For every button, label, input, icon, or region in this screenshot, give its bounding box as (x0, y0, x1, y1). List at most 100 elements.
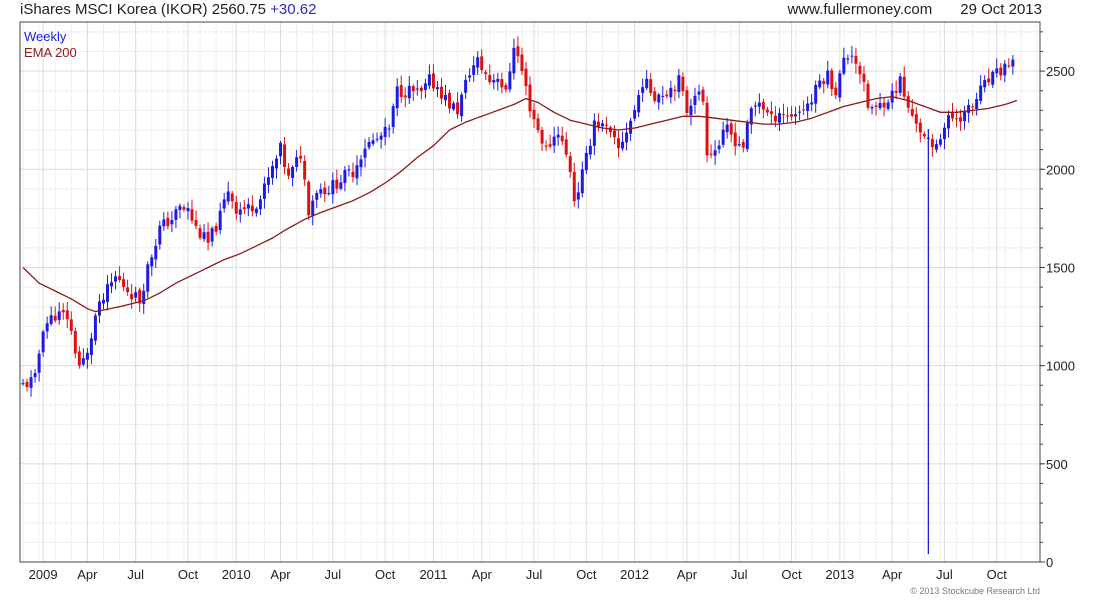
candle-up (979, 85, 983, 102)
candle-up (798, 111, 802, 113)
candle-up (174, 209, 178, 220)
candle-up (444, 94, 447, 101)
candle-up (97, 301, 101, 316)
candle-up (580, 169, 584, 194)
candle-down (299, 155, 303, 159)
candle-down (214, 225, 218, 232)
candle-down (504, 85, 508, 90)
x-tick-label: Apr (882, 567, 903, 582)
candle-up (246, 204, 250, 209)
candle-up (846, 58, 850, 60)
candle-down (604, 124, 608, 126)
candle-up (371, 140, 375, 144)
candle-down (617, 138, 621, 149)
candle-up (379, 135, 383, 140)
candle-up (45, 323, 49, 332)
candle-up (254, 208, 258, 214)
candle-down (906, 96, 910, 108)
candle-up (983, 79, 987, 88)
candle-down (532, 109, 536, 120)
candle-up (946, 115, 950, 129)
candle-down (560, 135, 564, 142)
y-tick-label: 1500 (1046, 260, 1075, 275)
candle-down (448, 92, 452, 109)
candle-down (854, 56, 858, 64)
candle-down (230, 193, 234, 202)
candle-down (234, 201, 238, 214)
candle-up (262, 183, 266, 199)
candle-down (130, 293, 134, 300)
candle-down (866, 83, 870, 108)
candle-up (29, 377, 33, 388)
candle-down (834, 87, 838, 96)
candle-down (673, 89, 677, 92)
candle-up (713, 150, 717, 156)
candle-up (85, 352, 89, 360)
candle-down (649, 79, 653, 94)
candle-up (637, 95, 641, 113)
candle-down (572, 171, 576, 202)
candle-down (283, 144, 287, 167)
candle-up (202, 232, 206, 240)
candle-up (93, 315, 97, 341)
candle-down (190, 209, 194, 221)
candle-up (468, 75, 472, 78)
candle-down (250, 205, 254, 212)
candle-down (999, 67, 1003, 76)
x-tick-label: Oct (781, 567, 802, 582)
candle-up (592, 120, 596, 146)
candle-up (492, 80, 496, 83)
candle-up (134, 292, 138, 298)
candle-up (363, 148, 367, 158)
candle-up (633, 110, 637, 119)
candle-down (166, 217, 170, 227)
candle-up (226, 191, 230, 202)
ema-line (22, 95, 1018, 313)
candle-down (480, 56, 484, 70)
candle-up (407, 85, 411, 99)
x-tick-label: Apr (472, 567, 493, 582)
x-tick-label: Jul (127, 567, 144, 582)
x-tick-label: 2013 (825, 567, 854, 582)
candle-up (689, 105, 693, 115)
x-tick-label: Oct (987, 567, 1008, 582)
candle-down (126, 287, 130, 292)
candle-up (621, 141, 625, 149)
candle-down (419, 87, 423, 92)
y-tick-label: 2500 (1046, 64, 1075, 79)
candle-up (777, 113, 781, 123)
candle-down (548, 144, 552, 147)
candle-up (717, 145, 721, 150)
candle-up (588, 145, 592, 155)
x-tick-label: 2012 (620, 567, 649, 582)
candle-down (540, 129, 544, 144)
candle-down (122, 279, 126, 287)
candle-down (951, 112, 954, 119)
candle-up (33, 373, 37, 378)
candle-up (415, 88, 419, 90)
candle-down (858, 65, 862, 75)
candle-down (61, 309, 65, 313)
candle-up (21, 383, 25, 385)
candle-down (802, 109, 806, 111)
candle-down (198, 228, 202, 238)
candle-up (146, 264, 150, 292)
candle-up (37, 353, 41, 373)
candle-up (150, 257, 154, 267)
candle-up (106, 284, 109, 302)
candle-up (222, 199, 226, 209)
candle-up (315, 193, 319, 200)
candle-down (335, 179, 339, 189)
candle-down (773, 115, 777, 122)
x-tick-label: 2009 (29, 567, 58, 582)
candle-up (339, 182, 343, 189)
candle-down (323, 187, 327, 195)
candle-down (613, 130, 616, 138)
candle-down (733, 132, 737, 147)
candle-down (862, 73, 866, 82)
x-tick-label: Jul (936, 567, 953, 582)
candle-down (701, 89, 705, 102)
candle-down (685, 90, 689, 114)
candle-up (395, 86, 399, 109)
candle-down (439, 86, 443, 99)
